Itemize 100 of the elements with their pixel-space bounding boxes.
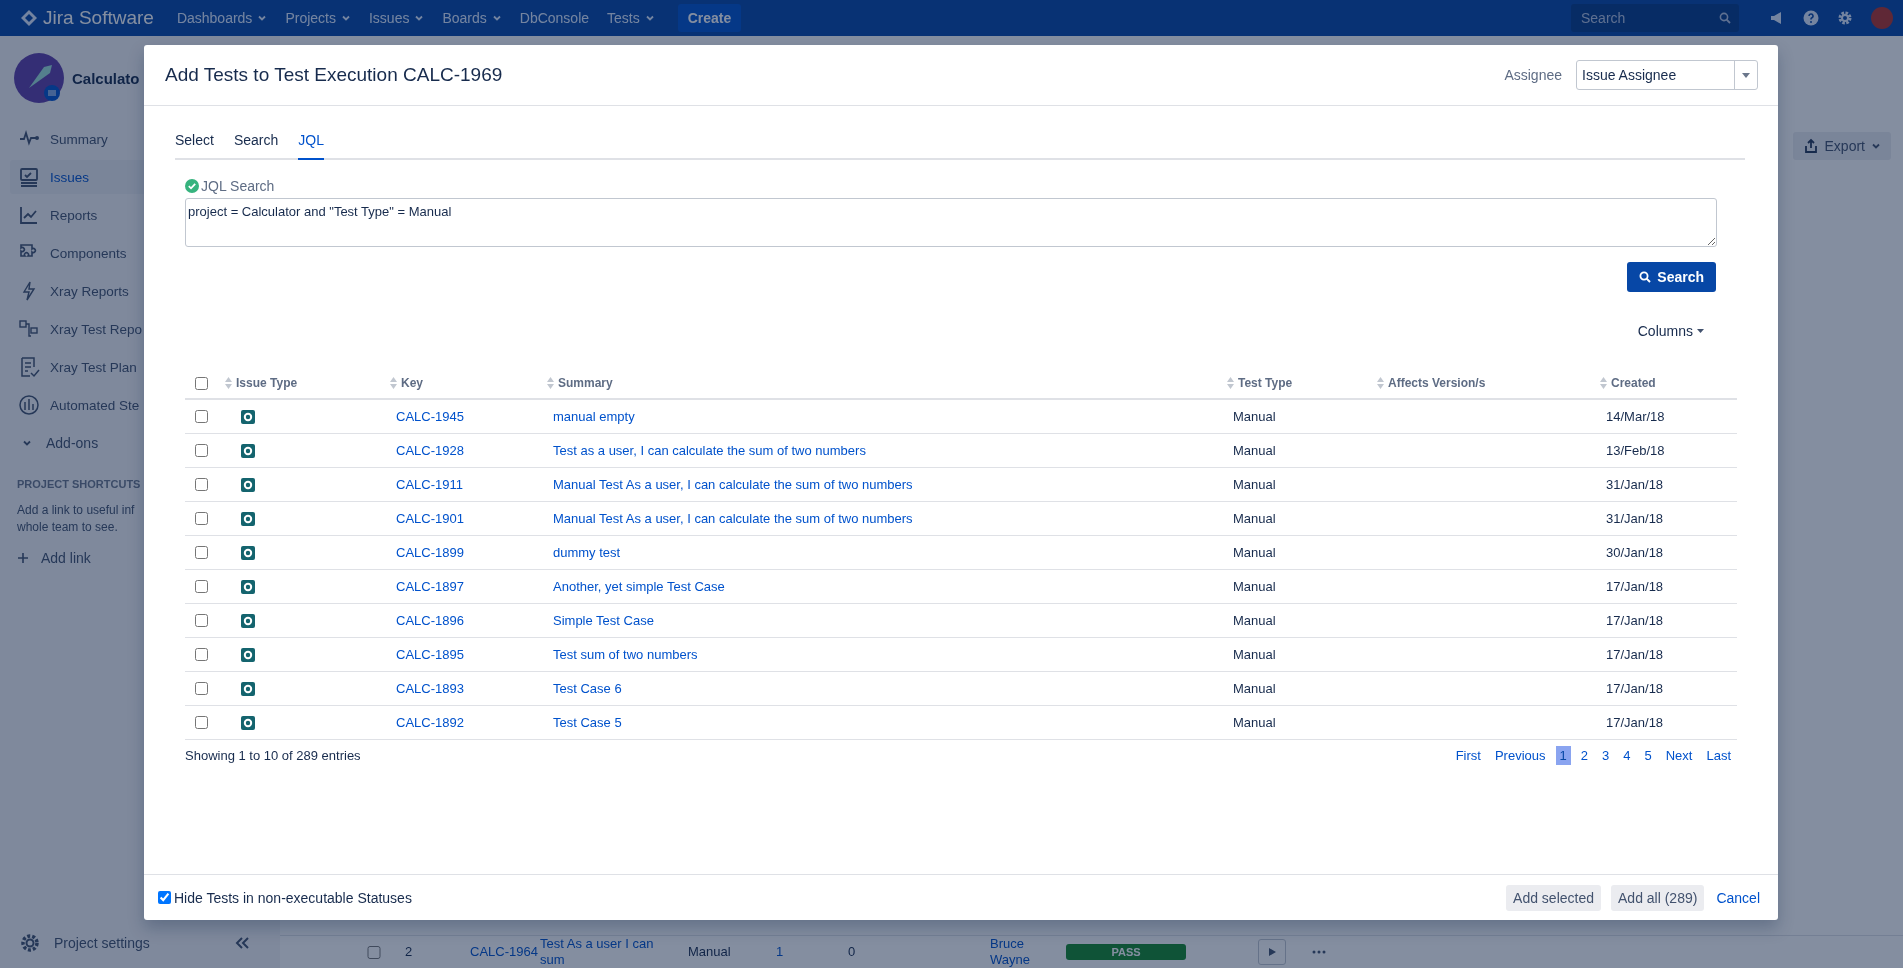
summary-link[interactable]: Simple Test Case bbox=[547, 613, 1227, 628]
issue-key-link[interactable]: CALC-1899 bbox=[390, 545, 547, 560]
summary-link[interactable]: Test Case 5 bbox=[547, 715, 1227, 730]
search-button[interactable]: Search bbox=[1627, 262, 1716, 292]
summary-link[interactable]: Test as a user, I can calculate the sum of two numbers bbox=[547, 443, 1227, 458]
first-page-link[interactable]: First bbox=[1451, 746, 1485, 765]
row-checkbox[interactable] bbox=[195, 682, 208, 695]
plus-icon bbox=[17, 552, 29, 564]
test-issue-icon bbox=[241, 545, 255, 560]
select-all-checkbox[interactable] bbox=[195, 376, 208, 390]
help-icon[interactable] bbox=[1803, 10, 1819, 26]
test-issue-icon bbox=[241, 579, 255, 594]
test-type-cell-text: Manual bbox=[688, 944, 732, 960]
test-type-cell-text: Manual bbox=[1232, 511, 1277, 526]
issue-key-link[interactable]: CALC-1893 bbox=[390, 681, 547, 696]
tab[interactable]: JQL bbox=[298, 128, 324, 160]
issue-key-link[interactable]: CALC-1896 bbox=[390, 613, 547, 628]
jira-logo-icon[interactable] bbox=[20, 9, 38, 27]
search-input[interactable]: Search bbox=[1579, 9, 1713, 27]
issue-key-link[interactable]: CALC-1945 bbox=[390, 409, 547, 424]
test-type-cell-text: Manual bbox=[1232, 545, 1277, 560]
issue-key-link[interactable]: CALC-1892 bbox=[390, 715, 547, 730]
issue-key-link[interactable]: CALC-1895 bbox=[390, 647, 547, 662]
search-field[interactable]: Search bbox=[1571, 4, 1739, 32]
test-type-cell-text: Manual bbox=[1232, 681, 1277, 696]
product-name[interactable]: Jira Software bbox=[43, 7, 154, 29]
page-link[interactable]: 4 bbox=[1619, 746, 1635, 765]
tab[interactable]: Select bbox=[175, 128, 214, 160]
project-avatar bbox=[14, 53, 64, 103]
previous-page-link[interactable]: Previous bbox=[1490, 746, 1550, 765]
row-checkbox[interactable] bbox=[195, 444, 208, 457]
row-checkbox[interactable] bbox=[195, 716, 208, 729]
settings-icon[interactable] bbox=[20, 933, 40, 953]
add-selected-button[interactable]: Add selected bbox=[1506, 884, 1601, 911]
sidebar-item-icon bbox=[18, 394, 40, 416]
play-button[interactable] bbox=[1258, 939, 1286, 965]
summary-link[interactable]: Test sum of two numbers bbox=[547, 647, 1227, 662]
caret-icon bbox=[1742, 72, 1750, 78]
collapse-icon[interactable] bbox=[234, 936, 250, 950]
chevron-down-icon bbox=[340, 13, 351, 23]
play-icon bbox=[1267, 947, 1277, 957]
row-checkbox[interactable] bbox=[195, 410, 208, 423]
page-link[interactable]: 2 bbox=[1576, 746, 1592, 765]
created-cell-text: 14/Mar/18 bbox=[1605, 409, 1666, 424]
row-checkbox[interactable] bbox=[195, 580, 208, 593]
column-header[interactable]: Test Type bbox=[1238, 376, 1293, 390]
page-link[interactable]: 5 bbox=[1640, 746, 1656, 765]
search-icon bbox=[1719, 12, 1731, 24]
column-header[interactable]: Created bbox=[1611, 376, 1656, 390]
created-cell-text: 17/Jan/18 bbox=[1605, 647, 1665, 662]
check-circle-icon bbox=[185, 179, 199, 193]
column-header[interactable]: Affects Version/s bbox=[1388, 376, 1486, 390]
tab[interactable]: Search bbox=[233, 128, 279, 160]
test-issue-icon bbox=[241, 511, 255, 526]
section-heading: PROJECT SHORTCUTS bbox=[17, 478, 141, 490]
hide-tests-checkbox[interactable] bbox=[158, 891, 171, 904]
test-issue-icon bbox=[241, 681, 255, 696]
columns-dropdown[interactable]: Columns bbox=[1631, 322, 1710, 340]
cancel-link[interactable]: Cancel bbox=[1716, 889, 1760, 906]
sidebar-item-icon bbox=[18, 204, 40, 226]
summary-link[interactable]: Test Case 6 bbox=[547, 681, 1227, 696]
issue-key-link[interactable]: CALC-1897 bbox=[390, 579, 547, 594]
page-link[interactable]: 3 bbox=[1598, 746, 1614, 765]
assignee-label: Assignee bbox=[1504, 67, 1562, 83]
created-cell-text: 31/Jan/18 bbox=[1605, 477, 1665, 492]
column-header[interactable]: Key bbox=[401, 376, 423, 390]
summary-link[interactable]: Manual Test As a user, I can calculate the sum of two numbers bbox=[547, 477, 1227, 492]
column-header[interactable]: Issue Type bbox=[236, 376, 298, 390]
page-link[interactable]: 1 bbox=[1555, 746, 1571, 765]
row-checkbox[interactable] bbox=[195, 648, 208, 661]
issue-key-link[interactable]: CALC-1928 bbox=[390, 443, 547, 458]
test-type-cell-text: Manual bbox=[1232, 477, 1277, 492]
sidebar-item-icon bbox=[18, 166, 40, 188]
assignee-select[interactable]: Issue Assignee bbox=[1576, 60, 1758, 90]
chevron-down-icon bbox=[644, 13, 655, 23]
add-all-button[interactable]: Add all (289) bbox=[1611, 884, 1705, 911]
last-page-link[interactable]: Last bbox=[1702, 746, 1735, 765]
summary-link[interactable]: Another, yet simple Test Case bbox=[547, 579, 1227, 594]
chevron-down-icon bbox=[414, 13, 425, 23]
column-header[interactable]: Summary bbox=[558, 376, 613, 390]
row-checkbox[interactable] bbox=[195, 512, 208, 525]
share-icon bbox=[1802, 138, 1819, 154]
created-cell-text: 17/Jan/18 bbox=[1605, 613, 1665, 628]
summary-link[interactable]: manual empty bbox=[547, 409, 1227, 424]
row-checkbox[interactable] bbox=[195, 614, 208, 627]
jql-input[interactable]: project = Calculator and "Test Type" = Manual bbox=[185, 198, 1717, 247]
row-checkbox[interactable] bbox=[195, 478, 208, 491]
chevron-down-icon bbox=[257, 13, 268, 23]
created-cell-text: 13/Feb/18 bbox=[1605, 443, 1666, 458]
row-checkbox[interactable] bbox=[195, 546, 208, 559]
shortcuts-description: Add a link to useful inf whole team to see. bbox=[17, 502, 135, 536]
dialog-title: Add Tests to Test Execution CALC-1969 bbox=[165, 64, 503, 86]
chevron-right-icon bbox=[22, 438, 32, 448]
summary-link[interactable]: dummy test bbox=[547, 545, 1227, 560]
summary-link[interactable]: Manual Test As a user, I can calculate the sum of two numbers bbox=[547, 511, 1227, 526]
hide-tests-label[interactable]: Hide Tests in non-executable Statuses bbox=[174, 889, 412, 906]
issue-key-link[interactable]: CALC-1901 bbox=[390, 511, 547, 526]
more-icon[interactable] bbox=[1312, 950, 1326, 954]
issue-key-link[interactable]: CALC-1911 bbox=[390, 477, 547, 492]
next-page-link[interactable]: Next bbox=[1661, 746, 1697, 765]
